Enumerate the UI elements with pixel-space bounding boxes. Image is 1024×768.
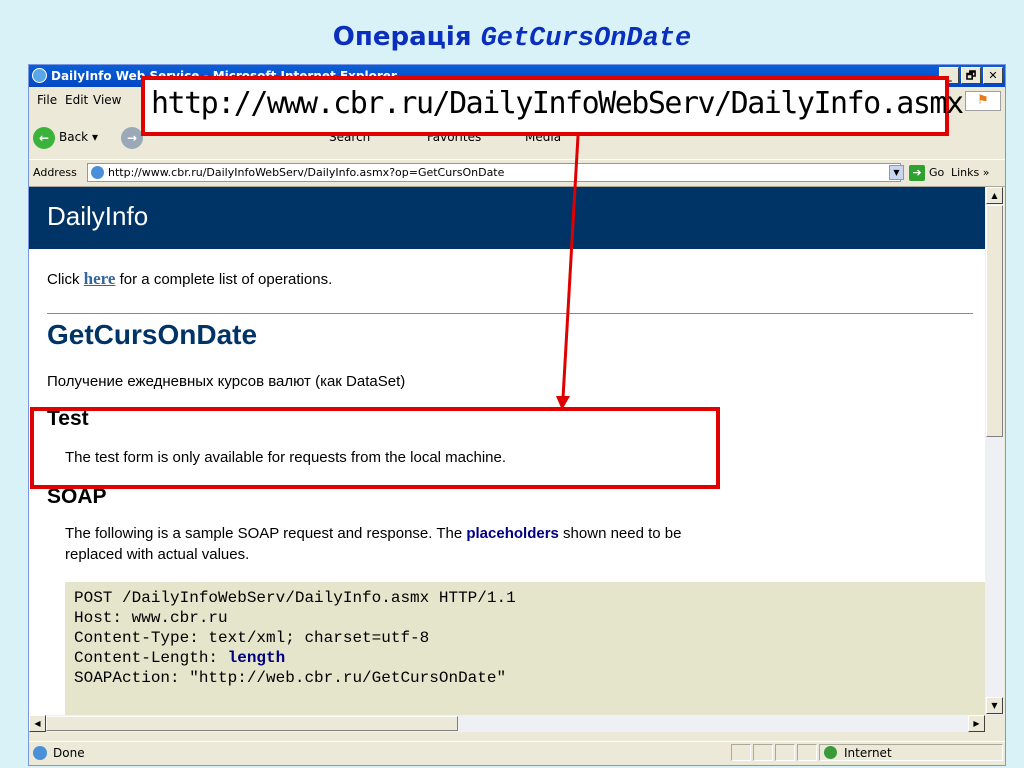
callout-arrow <box>556 135 580 410</box>
test-section-highlight <box>30 407 720 489</box>
